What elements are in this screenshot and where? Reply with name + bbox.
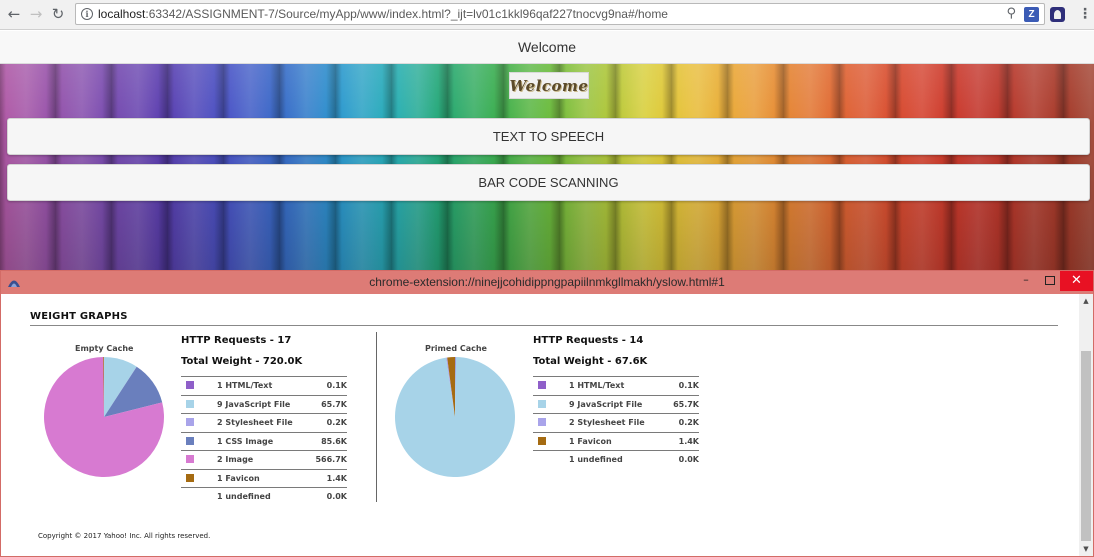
back-arrow-icon[interactable]: ←: [4, 4, 24, 24]
row-size: 85.6K: [321, 436, 347, 446]
row-size: 0.2K: [326, 418, 347, 427]
forward-arrow-icon[interactable]: →: [26, 4, 46, 24]
legend-swatch: [538, 381, 546, 389]
popup-titlebar[interactable]: chrome-extension://ninejjcohidippngpapii…: [1, 271, 1093, 294]
welcome-logo-image: Welcome: [509, 72, 589, 99]
row-size: 566.7K: [315, 455, 347, 464]
row-label: 2 Image: [217, 455, 254, 464]
row-size: 1.4K: [678, 436, 699, 446]
info-icon[interactable]: i: [81, 8, 93, 20]
row-label: 9 JavaScript File: [569, 399, 643, 409]
row-size: 65.7K: [321, 399, 347, 409]
empty-cache-label: Empty Cache: [75, 344, 134, 353]
legend-swatch: [186, 418, 194, 426]
heading-divider: [30, 325, 1058, 326]
vertical-scrollbar[interactable]: ▲ ▼: [1079, 294, 1093, 556]
weight-graphs-heading: WEIGHT GRAPHS: [30, 311, 128, 322]
row-label: 2 Stylesheet File: [217, 418, 293, 427]
legend-swatch: [538, 399, 546, 408]
menu-dots-icon[interactable]: ⋮: [1078, 6, 1092, 22]
reload-icon[interactable]: ↻: [48, 4, 68, 24]
empty-cache-table: 1 HTML/Text 0.1K 9 JavaScript File 65.7K 2…: [181, 376, 347, 506]
row-size: 0.0K: [678, 455, 699, 464]
page-title: Welcome: [0, 31, 1094, 64]
row-size: 1.4K: [326, 473, 347, 483]
row-size: 0.0K: [326, 492, 347, 501]
legend-swatch: [186, 473, 194, 482]
legend-swatch: [186, 381, 194, 389]
popup-title: chrome-extension://ninejjcohidippngpapii…: [369, 275, 725, 289]
row-size: 65.7K: [673, 399, 699, 409]
row-label: 1 HTML/Text: [217, 381, 273, 390]
row-label: 1 undefined: [569, 455, 623, 464]
legend-swatch: [538, 436, 546, 445]
minimize-button[interactable]: –: [1014, 271, 1038, 291]
table-row: 9 JavaScript File 65.7K: [181, 394, 347, 414]
table-row: 1 undefined 0.0K: [533, 450, 699, 469]
primed-cache-table: 1 HTML/Text 0.1K 9 JavaScript File 65.7K 2…: [533, 376, 699, 469]
legend-swatch: [186, 436, 194, 445]
maximize-button[interactable]: [1038, 271, 1060, 291]
primed-http-requests: HTTP Requests - 14: [533, 335, 644, 346]
table-row: 2 Image 566.7K: [181, 450, 347, 469]
key-icon[interactable]: ⚲: [1006, 6, 1016, 21]
address-bar[interactable]: i localhost:63342/ASSIGNMENT-7/Source/my…: [75, 3, 1045, 25]
primed-cache-stats: HTTP Requests - 14 Total Weight - 67.6K …: [533, 334, 699, 469]
scroll-up-arrow-icon[interactable]: ▲: [1079, 296, 1093, 306]
bar-code-scanning-button[interactable]: BAR CODE SCANNING: [7, 164, 1090, 201]
table-row: 1 HTML/Text 0.1K: [181, 376, 347, 395]
row-label: 1 HTML/Text: [569, 381, 625, 390]
empty-cache-pie-chart: [44, 357, 164, 477]
legend-swatch: [186, 399, 194, 408]
scroll-down-arrow-icon[interactable]: ▼: [1079, 544, 1093, 554]
row-label: 2 Stylesheet File: [569, 418, 645, 427]
empty-cache-stats: HTTP Requests - 17 Total Weight - 720.0K…: [181, 334, 347, 506]
yslow-popup-window: chrome-extension://ninejjcohidippngpapii…: [0, 270, 1094, 557]
table-row: 1 undefined 0.0K: [181, 487, 347, 506]
url-text[interactable]: localhost:63342/ASSIGNMENT-7/Source/myAp…: [98, 7, 668, 21]
row-size: 0.2K: [678, 418, 699, 427]
extension-profile-icon[interactable]: [1050, 7, 1065, 22]
browser-toolbar: ← → ↻ i localhost:63342/ASSIGNMENT-7/Sou…: [0, 0, 1094, 30]
row-label: 1 CSS Image: [217, 436, 274, 446]
url-host: localhost: [98, 7, 146, 21]
primed-cache-label: Primed Cache: [425, 344, 487, 353]
row-label: 1 undefined: [217, 492, 271, 501]
text-to-speech-button[interactable]: TEXT TO SPEECH: [7, 118, 1090, 155]
app-content-background: Welcome TEXT TO SPEECH BAR CODE SCANNING: [0, 64, 1094, 270]
close-button[interactable]: ✕: [1060, 271, 1093, 291]
empty-total-weight: Total Weight - 720.0K: [181, 356, 303, 367]
row-label: 9 JavaScript File: [217, 399, 291, 409]
table-row: 2 Stylesheet File 0.2K: [181, 413, 347, 432]
primed-total-weight: Total Weight - 67.6K: [533, 356, 648, 367]
row-size: 0.1K: [678, 381, 699, 390]
row-size: 0.1K: [326, 381, 347, 390]
table-row: 1 Favicon 1.4K: [533, 431, 699, 451]
primed-cache-pie-chart: [395, 357, 515, 477]
row-label: 1 Favicon: [217, 473, 260, 483]
popup-body: WEIGHT GRAPHS Empty Cache HTTP Requests …: [1, 294, 1079, 556]
copyright-text: Copyright © 2017 Yahoo! Inc. All rights …: [38, 532, 211, 540]
url-path: :63342/ASSIGNMENT-7/Source/myApp/www/ind…: [145, 7, 668, 21]
row-label: 1 Favicon: [569, 436, 612, 446]
table-row: 1 CSS Image 85.6K: [181, 431, 347, 451]
legend-swatch: [186, 455, 194, 463]
legend-swatch: [538, 418, 546, 426]
empty-http-requests: HTTP Requests - 17: [181, 335, 292, 346]
table-row: 2 Stylesheet File 0.2K: [533, 413, 699, 432]
scrollbar-thumb[interactable]: [1081, 351, 1091, 541]
extension-z-icon[interactable]: Z: [1024, 7, 1039, 22]
table-row: 9 JavaScript File 65.7K: [533, 394, 699, 414]
table-row: 1 HTML/Text 0.1K: [533, 376, 699, 395]
table-row: 1 Favicon 1.4K: [181, 468, 347, 488]
section-divider: [376, 332, 377, 502]
